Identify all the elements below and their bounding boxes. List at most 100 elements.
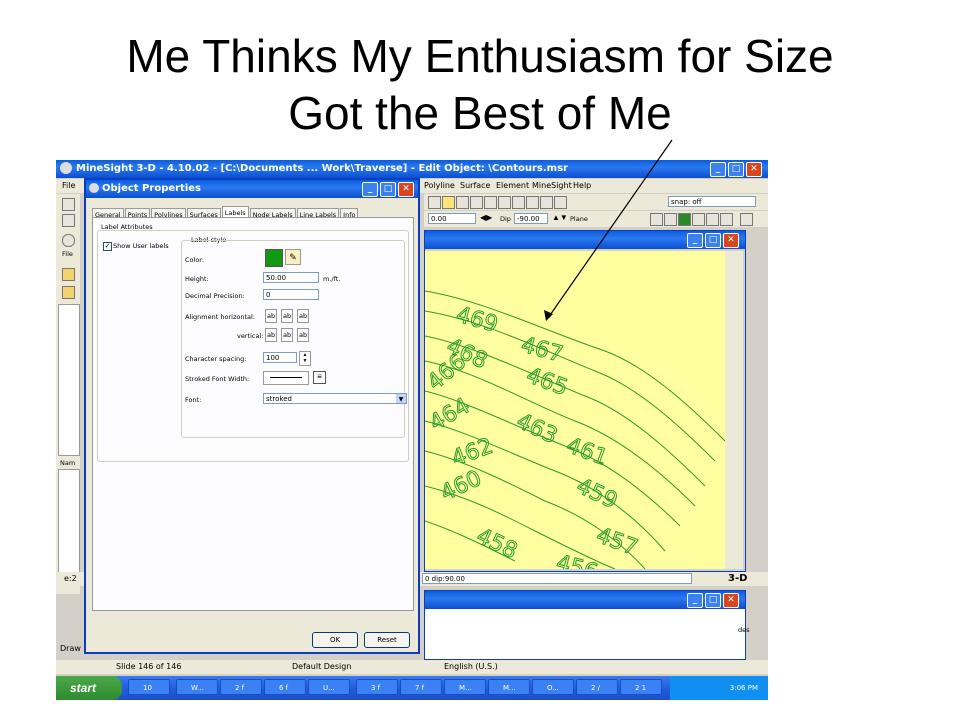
chevron-down-icon[interactable]: ▼: [396, 394, 406, 403]
decimal-precision-input[interactable]: 0: [263, 289, 319, 300]
left-tool-strip: File Nam: [56, 194, 80, 594]
taskbar-item[interactable]: 2 1: [620, 679, 662, 695]
tool-icon[interactable]: [650, 213, 663, 226]
close-button[interactable]: ✕: [746, 162, 762, 177]
minimize-button[interactable]: _: [362, 182, 378, 197]
taskbar-item[interactable]: M...: [488, 679, 530, 695]
taskbar-item[interactable]: 6 f: [264, 679, 306, 695]
tool-icon[interactable]: [720, 213, 733, 226]
stroke-width-preview[interactable]: [263, 371, 309, 385]
contour-label: 458: [472, 524, 521, 564]
maximize-button[interactable]: □: [728, 162, 744, 177]
close-icon[interactable]: [740, 213, 753, 226]
menu-element[interactable]: Element: [496, 181, 529, 190]
tool-icon[interactable]: [470, 196, 483, 209]
menu-minesight[interactable]: MineSight: [532, 181, 572, 190]
taskbar-item[interactable]: 2 /: [576, 679, 618, 695]
minimize-button[interactable]: _: [710, 162, 726, 177]
valign-middle-icon[interactable]: ab: [281, 328, 294, 342]
nam-header: Nam: [60, 459, 76, 467]
tool-icon[interactable]: [526, 196, 539, 209]
align-center-icon[interactable]: ab: [281, 309, 294, 323]
app-icon: [60, 162, 72, 174]
taskbar-item[interactable]: 7 f: [400, 679, 442, 695]
minimize-button[interactable]: _: [687, 233, 703, 248]
taskbar-item[interactable]: 2 f: [220, 679, 262, 695]
object-list[interactable]: [58, 469, 80, 586]
output-title-bar: _ □ ✕: [425, 591, 745, 609]
align-right-icon[interactable]: ab: [297, 309, 310, 323]
char-spacing-input[interactable]: 100: [263, 352, 297, 363]
app-title: MineSight 3-D - 4.10.02 - [C:\Documents …: [76, 163, 568, 174]
tool-icon[interactable]: [706, 213, 719, 226]
reset-button[interactable]: Reset: [364, 632, 410, 648]
menu-polyline[interactable]: Polyline: [424, 181, 455, 190]
color-swatch[interactable]: [265, 249, 283, 267]
tool-icon[interactable]: [678, 213, 691, 226]
folder-icon[interactable]: [62, 286, 75, 299]
azimuth-field[interactable]: 0.00: [428, 213, 476, 224]
taskbar-item[interactable]: M...: [444, 679, 486, 695]
maximize-button[interactable]: □: [705, 233, 721, 248]
taskbar-item[interactable]: W...: [176, 679, 218, 695]
tool-icon[interactable]: [484, 196, 497, 209]
start-label: start: [70, 681, 97, 695]
contour-canvas[interactable]: 469 468 467 466 465 464 463 462 461 460 459 458 457 4…: [425, 251, 725, 569]
show-user-labels-checkbox[interactable]: ✓: [103, 242, 112, 251]
taskbar-item[interactable]: O...: [532, 679, 574, 695]
maximize-button[interactable]: □: [380, 182, 396, 197]
slide-title: Me Thinks My Enthusiasm for Size Got the…: [0, 28, 960, 142]
menu-help[interactable]: Help: [573, 181, 591, 190]
snap-status: snap: off: [668, 196, 756, 207]
tool-icon[interactable]: [442, 196, 455, 209]
palette-icon[interactable]: ✎: [285, 249, 301, 265]
tool-icon[interactable]: [692, 213, 705, 226]
line-width-icon[interactable]: ≡: [313, 371, 326, 384]
tool-icon[interactable]: [62, 198, 75, 211]
close-button[interactable]: ✕: [723, 593, 739, 608]
tool-icon[interactable]: [512, 196, 525, 209]
start-button[interactable]: start: [56, 676, 122, 700]
spinner-icon[interactable]: ▲ ▼: [299, 351, 311, 366]
taskbar-item[interactable]: 3 f: [356, 679, 398, 695]
arrows-icon[interactable]: ◀▶: [480, 213, 492, 222]
tree-view[interactable]: [58, 304, 80, 456]
draw-menu[interactable]: Draw: [60, 644, 81, 653]
contour-label: 465: [523, 363, 571, 401]
ok-button[interactable]: OK: [312, 632, 358, 648]
valign-bottom-icon[interactable]: ab: [297, 328, 310, 342]
color-label: Color:: [185, 256, 205, 264]
tool-icon[interactable]: [62, 214, 75, 227]
close-button[interactable]: ✕: [723, 233, 739, 248]
height-unit: m./ft.: [323, 275, 341, 283]
file-menu[interactable]: File: [62, 250, 73, 258]
viewer-scrollbar[interactable]: [725, 251, 743, 569]
taskbar: start 10 W... 2 f6 f U... 3 f7 f M... M... O...…: [56, 676, 768, 700]
close-button[interactable]: ✕: [398, 182, 414, 197]
font-select[interactable]: stroked ▼: [263, 393, 407, 404]
tool-icon[interactable]: [428, 196, 441, 209]
slide-title-line1: Me Thinks My Enthusiasm for Size: [126, 30, 834, 82]
valign-top-icon[interactable]: ab: [265, 328, 278, 342]
menu-file[interactable]: File: [62, 181, 75, 190]
folder-icon[interactable]: [62, 268, 75, 281]
taskbar-item[interactable]: U...: [308, 679, 350, 695]
menu-surface[interactable]: Surface: [460, 181, 490, 190]
toolbar-row-2: 0.00 ◀▶ Dip -90.00 ▲▼ Plane: [424, 211, 768, 227]
tool-icon[interactable]: [554, 196, 567, 209]
height-input[interactable]: 50.00: [263, 272, 319, 283]
contour-label: 457: [593, 523, 641, 561]
clock: 3:06 PM: [729, 684, 758, 692]
minimize-button[interactable]: _: [687, 593, 703, 608]
taskbar-item[interactable]: 10: [128, 679, 170, 695]
tool-icon[interactable]: [540, 196, 553, 209]
align-left-icon[interactable]: ab: [265, 309, 278, 323]
up-down-icon[interactable]: ▲▼: [552, 213, 568, 222]
app-icon: [62, 234, 75, 247]
maximize-button[interactable]: □: [705, 593, 721, 608]
dip-field[interactable]: -90.00: [514, 213, 548, 224]
tool-icon[interactable]: [498, 196, 511, 209]
tool-icon[interactable]: [664, 213, 677, 226]
char-spacing-label: Character spacing:: [185, 355, 247, 363]
grid-icon[interactable]: [456, 196, 469, 209]
